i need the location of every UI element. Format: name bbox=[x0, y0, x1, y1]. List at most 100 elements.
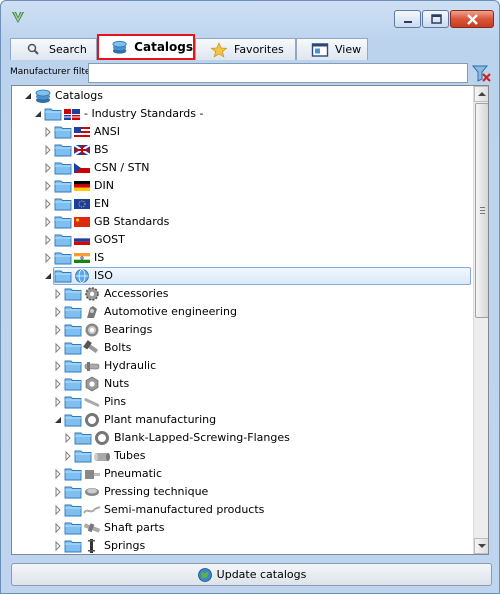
tree-item-iso-child[interactable]: Bolts bbox=[12, 339, 474, 357]
update-catalogs-button[interactable]: Update catalogs bbox=[11, 563, 492, 586]
tree-item-catalogs[interactable]: Catalogs bbox=[12, 87, 474, 105]
semi-icon bbox=[83, 501, 101, 519]
maximize-button[interactable] bbox=[422, 10, 449, 28]
close-icon bbox=[467, 14, 478, 25]
expanded-arrow-icon[interactable] bbox=[43, 267, 53, 285]
globe-icon bbox=[73, 267, 91, 285]
collapsed-arrow-icon[interactable] bbox=[43, 213, 53, 231]
tree-item-plant-child[interactable]: Blank-Lapped-Screwing-Flanges bbox=[12, 429, 474, 447]
tree-item-label: IS bbox=[94, 251, 105, 264]
collapsed-arrow-icon[interactable] bbox=[43, 159, 53, 177]
tab-catalogs[interactable]: Catalogs bbox=[97, 34, 195, 60]
collapsed-arrow-icon[interactable] bbox=[53, 303, 63, 321]
collapsed-arrow-icon[interactable] bbox=[53, 537, 63, 554]
scroll-up-button[interactable] bbox=[474, 86, 488, 102]
tree-item-label: - Industry Standards - bbox=[84, 107, 204, 120]
folder-icon bbox=[54, 123, 72, 141]
collapsed-arrow-icon[interactable] bbox=[53, 501, 63, 519]
tree-item-standard[interactable]: IS bbox=[12, 249, 474, 267]
clear-filter-icon[interactable] bbox=[471, 63, 492, 84]
tree-item-iso-child[interactable]: Hydraulic bbox=[12, 357, 474, 375]
collapsed-arrow-icon[interactable] bbox=[43, 123, 53, 141]
tree-item-label: GB Standards bbox=[94, 215, 170, 228]
folder-icon bbox=[54, 195, 72, 213]
expanded-arrow-icon[interactable] bbox=[23, 87, 33, 105]
tree-item-label: GOST bbox=[94, 233, 125, 246]
bolt-icon bbox=[83, 339, 101, 357]
collapsed-arrow-icon[interactable] bbox=[53, 285, 63, 303]
tab-catalogs-label: Catalogs bbox=[134, 40, 193, 54]
tree-item-standard[interactable]: EN bbox=[12, 195, 474, 213]
collapsed-arrow-icon[interactable] bbox=[53, 339, 63, 357]
flag-de-icon bbox=[73, 177, 91, 195]
tab-search[interactable]: Search bbox=[10, 38, 97, 60]
tree-item-iso-child[interactable]: Automotive engineering bbox=[12, 303, 474, 321]
collapsed-arrow-icon[interactable] bbox=[53, 393, 63, 411]
collapsed-arrow-icon[interactable] bbox=[63, 429, 73, 447]
tree-item-standard[interactable]: ANSI bbox=[12, 123, 474, 141]
tree-item-iso-child[interactable]: Bearings bbox=[12, 321, 474, 339]
title-bar bbox=[1, 1, 499, 33]
flag-in-icon bbox=[73, 249, 91, 267]
folder-icon bbox=[64, 501, 82, 519]
manufacturer-filter-input[interactable] bbox=[88, 63, 468, 83]
tab-view[interactable]: View bbox=[296, 38, 368, 60]
expanded-arrow-icon[interactable] bbox=[53, 411, 63, 429]
collapsed-arrow-icon[interactable] bbox=[43, 195, 53, 213]
tree-item-iso-child[interactable]: Pressing technique bbox=[12, 483, 474, 501]
tree-item-iso-child[interactable]: Pins bbox=[12, 393, 474, 411]
folder-icon bbox=[74, 429, 92, 447]
app-logo-icon bbox=[12, 11, 24, 23]
tree-item-iso-child[interactable]: Pneumatic bbox=[12, 465, 474, 483]
tree-item-label: Semi-manufactured products bbox=[104, 503, 265, 516]
pin-icon bbox=[83, 393, 101, 411]
tree-item-plant-manufacturing[interactable]: Plant manufacturing bbox=[12, 411, 474, 429]
vertical-scrollbar[interactable] bbox=[473, 86, 488, 554]
tree-item-iso[interactable]: ISO bbox=[12, 267, 474, 285]
tree-item-label: Blank-Lapped-Screwing-Flanges bbox=[114, 431, 290, 444]
folder-icon bbox=[64, 321, 82, 339]
tree-item-iso-child[interactable]: Nuts bbox=[12, 375, 474, 393]
tree-item-iso-child[interactable]: Accessories bbox=[12, 285, 474, 303]
collapsed-arrow-icon[interactable] bbox=[43, 177, 53, 195]
tab-favorites[interactable]: Favorites bbox=[195, 38, 296, 60]
tree-item-standard[interactable]: GB Standards bbox=[12, 213, 474, 231]
tree-item-industry-standards[interactable]: - Industry Standards - bbox=[12, 105, 474, 123]
folder-icon bbox=[54, 213, 72, 231]
flag-cn-icon bbox=[73, 213, 91, 231]
scroll-down-button[interactable] bbox=[474, 538, 488, 554]
minimize-button[interactable] bbox=[394, 10, 421, 28]
tree-item-standard[interactable]: GOST bbox=[12, 231, 474, 249]
tree-item-iso-child[interactable]: Semi-manufactured products bbox=[12, 501, 474, 519]
collapsed-arrow-icon[interactable] bbox=[53, 357, 63, 375]
close-button[interactable] bbox=[450, 10, 494, 28]
tree-item-label: EN bbox=[94, 197, 110, 210]
tree-item-label: Tubes bbox=[114, 449, 146, 462]
flag-us-icon bbox=[73, 123, 91, 141]
collapsed-arrow-icon[interactable] bbox=[53, 375, 63, 393]
tree-item-standard[interactable]: BS bbox=[12, 141, 474, 159]
minimize-icon bbox=[404, 21, 412, 23]
collapsed-arrow-icon[interactable] bbox=[43, 249, 53, 267]
tube-icon bbox=[93, 447, 111, 465]
tree-item-standard[interactable]: CSN / STN bbox=[12, 159, 474, 177]
collapsed-arrow-icon[interactable] bbox=[43, 141, 53, 159]
collapsed-arrow-icon[interactable] bbox=[53, 465, 63, 483]
gear-icon bbox=[83, 285, 101, 303]
scroll-thumb[interactable] bbox=[475, 103, 488, 318]
tree-item-plant-child[interactable]: Tubes bbox=[12, 447, 474, 465]
tree-item-iso-child[interactable]: Shaft parts bbox=[12, 519, 474, 537]
collapsed-arrow-icon[interactable] bbox=[63, 447, 73, 465]
collapsed-arrow-icon[interactable] bbox=[53, 519, 63, 537]
folder-icon bbox=[64, 393, 82, 411]
bearing-icon bbox=[83, 321, 101, 339]
collapsed-arrow-icon[interactable] bbox=[53, 321, 63, 339]
tree-item-iso-child[interactable]: Springs bbox=[12, 537, 474, 554]
collapsed-arrow-icon[interactable] bbox=[53, 483, 63, 501]
folder-icon bbox=[64, 339, 82, 357]
tree-item-label: ISO bbox=[94, 269, 113, 282]
collapsed-arrow-icon[interactable] bbox=[43, 231, 53, 249]
folder-icon bbox=[64, 537, 82, 554]
expanded-arrow-icon[interactable] bbox=[33, 105, 43, 123]
tree-item-standard[interactable]: DIN bbox=[12, 177, 474, 195]
